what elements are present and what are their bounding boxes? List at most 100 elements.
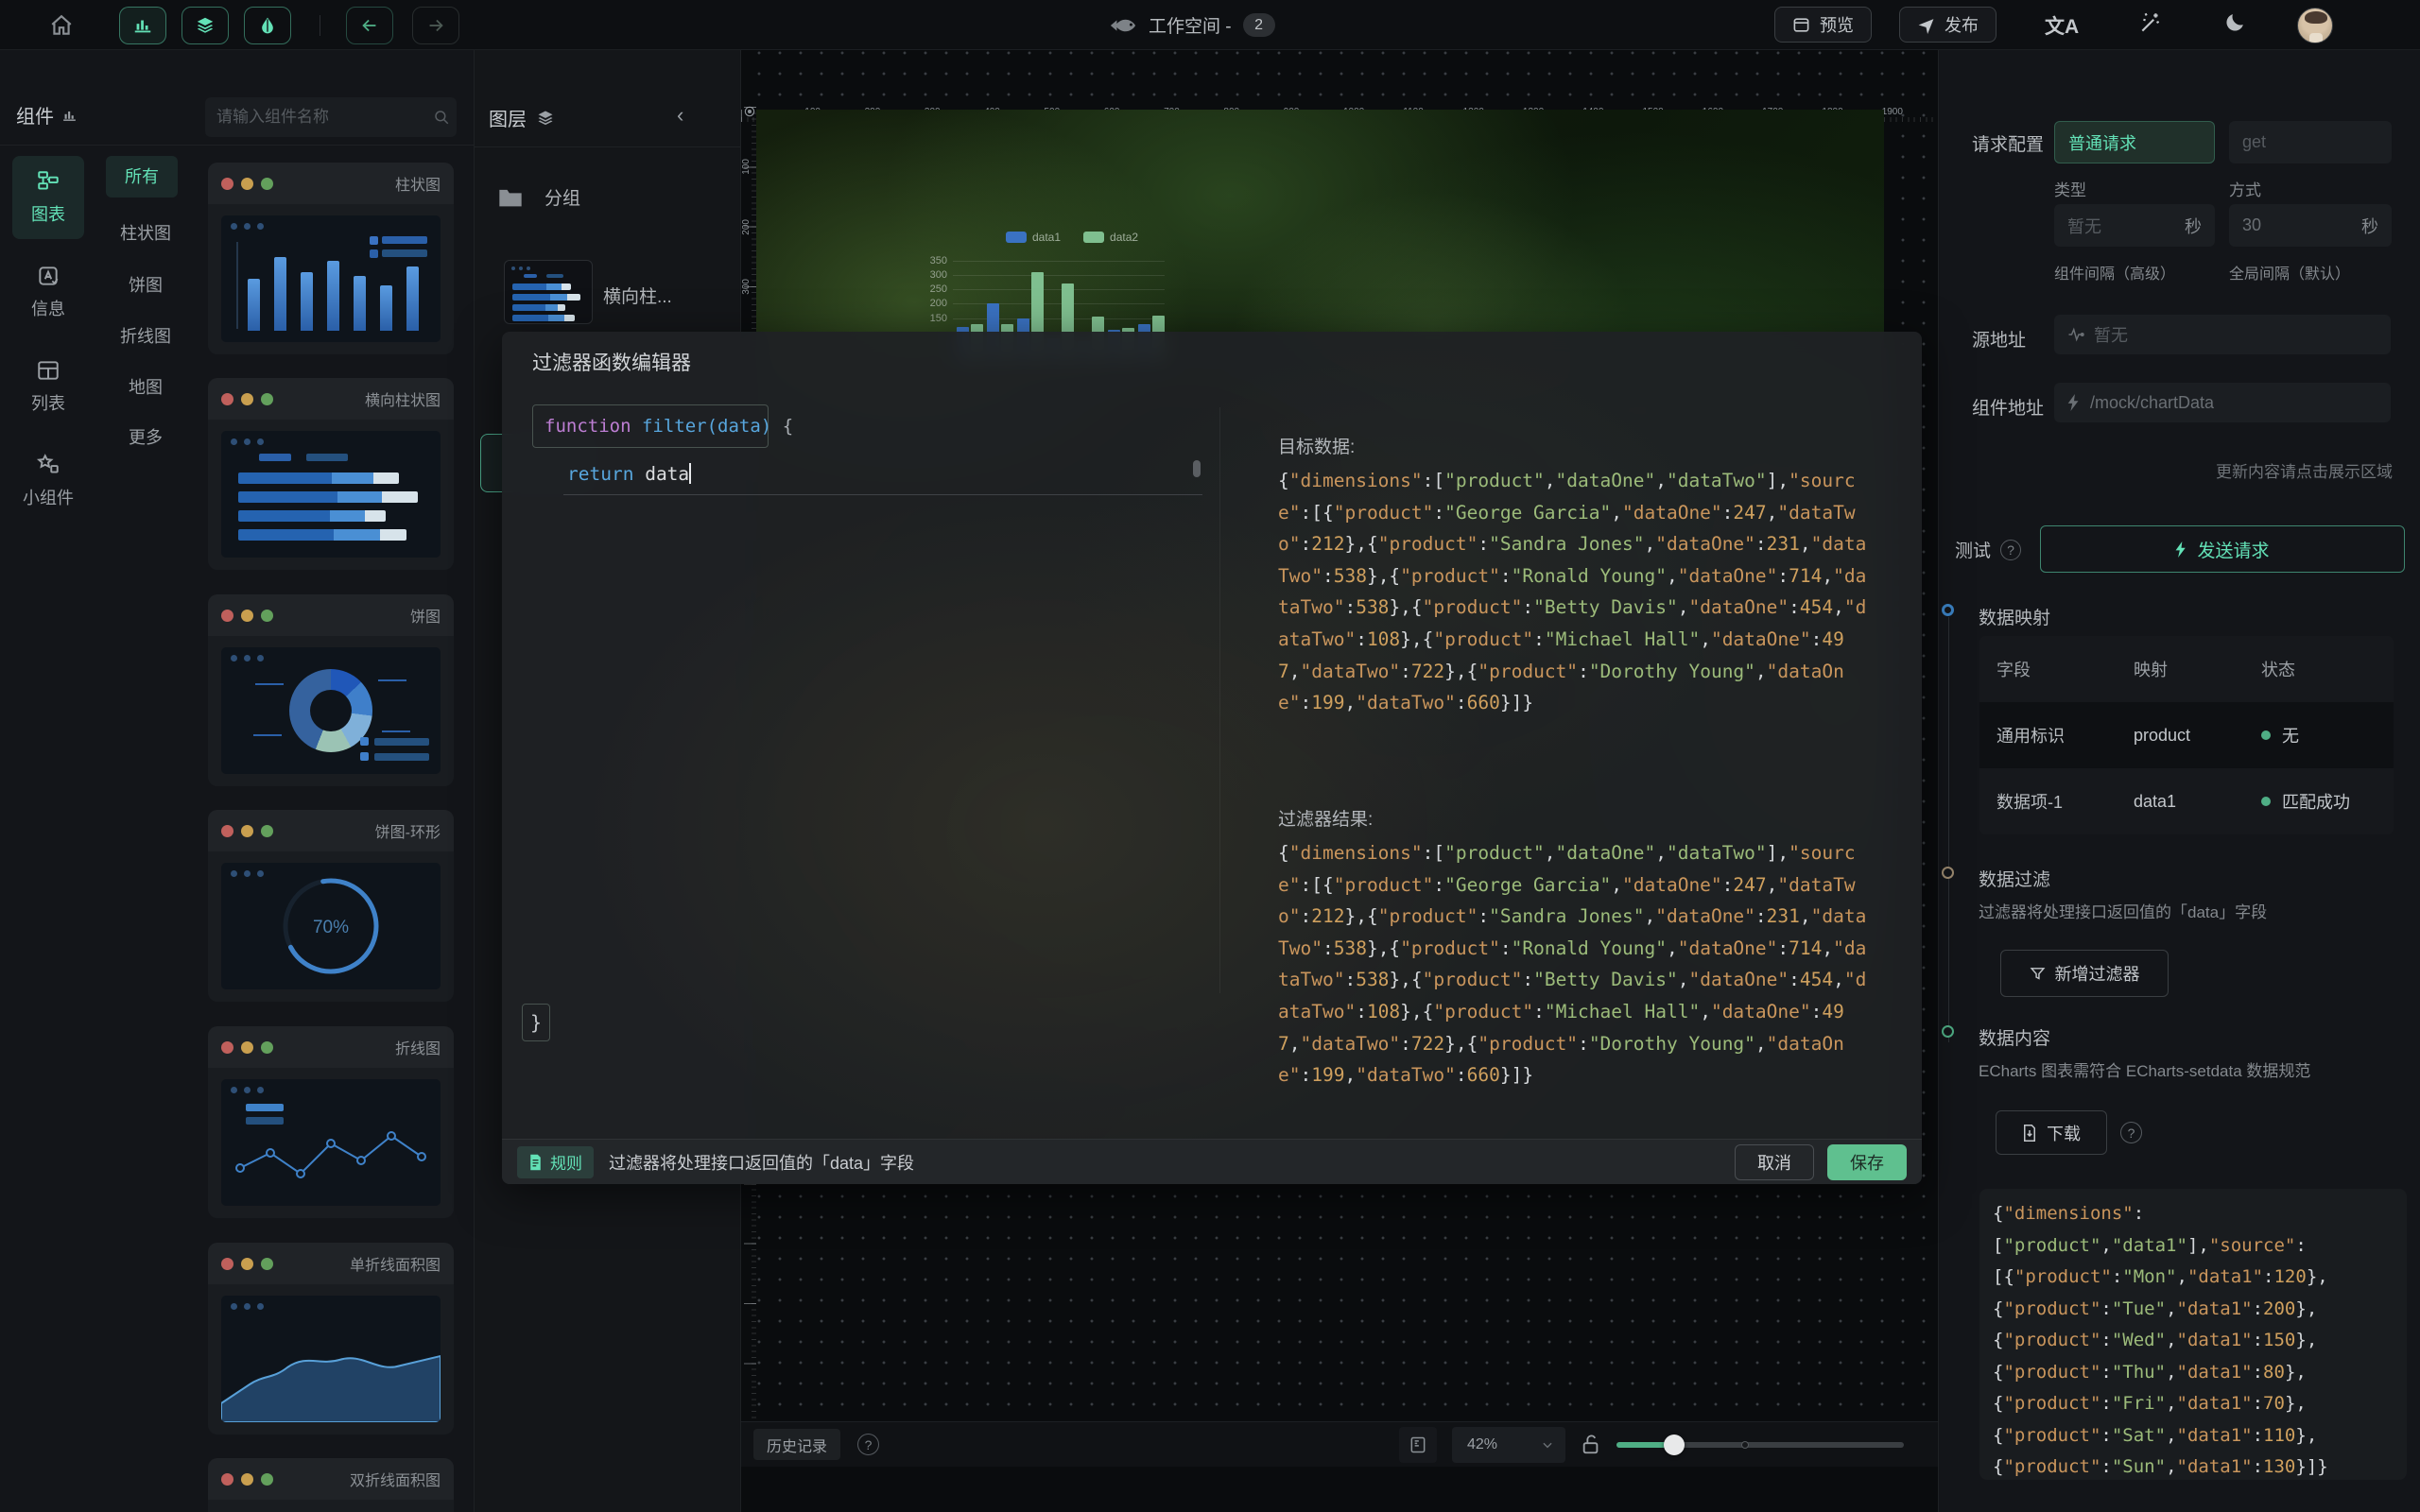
table-icon <box>36 358 60 383</box>
chevron-down-icon <box>1541 1438 1554 1452</box>
request-method-select[interactable]: get <box>2229 121 2392 163</box>
language-icon[interactable]: 文A <box>2045 11 2079 40</box>
help-icon[interactable]: ? <box>857 1434 879 1455</box>
droplet-tab-button[interactable] <box>244 7 291 44</box>
component-addr-input[interactable]: /mock/chartData <box>2054 383 2391 422</box>
widgets-star-icon <box>36 453 60 477</box>
download-help-icon[interactable]: ? <box>2120 1122 2142 1143</box>
source-addr-label: 源地址 <box>1972 326 2026 352</box>
component-card-hbar[interactable]: 横向柱状图 <box>208 378 454 570</box>
data-filter-desc: 过滤器将处理接口返回值的「data」字段 <box>1979 899 2267 922</box>
source-addr-input[interactable]: 暂无 <box>2054 315 2391 354</box>
top-bar: 工作空间 - 2 预览 发布 文A <box>0 0 2420 50</box>
document-icon <box>528 1154 543 1171</box>
collapse-panel-icon[interactable]: ‹ <box>677 103 683 128</box>
category-pie[interactable]: 饼图 <box>98 272 193 297</box>
filter-result-json[interactable]: {"dimensions":["product","dataOne","data… <box>1278 837 1869 1091</box>
filter-bullet <box>1942 867 1954 879</box>
code-scrollbar-thumb[interactable] <box>1193 460 1201 477</box>
component-interval-input[interactable]: 暂无秒 <box>2054 204 2215 247</box>
download-button[interactable]: 下载 <box>1996 1110 2107 1155</box>
dark-mode-icon[interactable] <box>2223 10 2247 34</box>
zoom-slider[interactable] <box>1616 1442 1904 1448</box>
data-content-title: 数据内容 <box>1979 1024 2050 1050</box>
data-content-desc: ECharts 图表需符合 ECharts-setdata 数据规范 <box>1979 1057 2310 1081</box>
component-card-bar[interactable]: 柱状图 <box>208 163 454 354</box>
text-info-icon <box>36 264 60 288</box>
category-more[interactable]: 更多 <box>98 424 193 449</box>
panel-toggle-icon[interactable] <box>1399 1427 1437 1463</box>
charts-tab-button[interactable] <box>119 7 166 44</box>
canvas-toolbar: 历史记录 ? 42% <box>741 1421 1938 1467</box>
component-card-area[interactable]: 单折线面积图 <box>208 1243 454 1435</box>
layer-group-label: 分组 <box>544 184 580 210</box>
magic-wand-icon[interactable] <box>2138 10 2163 35</box>
sidebar-item-list[interactable]: 列表 <box>12 345 84 428</box>
request-type-select[interactable]: 普通请求 <box>2054 121 2215 163</box>
home-icon[interactable] <box>49 13 74 38</box>
component-card-line[interactable]: 折线图 <box>208 1026 454 1218</box>
workspace-label[interactable]: 工作空间 - <box>1149 12 1232 38</box>
add-filter-button[interactable]: 新增过滤器 <box>2000 950 2169 997</box>
layer-item-thumbnail[interactable] <box>504 260 593 324</box>
sidebar-item-charts[interactable]: 图表 <box>12 156 84 239</box>
unlock-icon[interactable] <box>1581 1433 1601 1457</box>
mapping-bullet <box>1942 604 1954 616</box>
components-panel: 组件 图表 信息 列表 小组件 所有 柱状图 饼图 折线图 地图 更多 <box>0 50 475 1512</box>
history-button[interactable]: 历史记录 <box>753 1429 840 1460</box>
zoom-select[interactable]: 42% <box>1452 1427 1565 1463</box>
category-map[interactable]: 地图 <box>98 374 193 399</box>
pie-chart-thumbnail <box>221 647 441 774</box>
workspace-badge: 2 <box>1243 13 1275 37</box>
send-request-button[interactable]: 发送请求 <box>2040 525 2405 573</box>
cancel-button[interactable]: 取消 <box>1735 1144 1814 1180</box>
update-hint: 更新内容请点击展示区域 <box>1939 458 2393 482</box>
redo-button[interactable] <box>412 7 459 44</box>
text-cursor <box>689 463 691 484</box>
sidebar-item-widgets[interactable]: 小组件 <box>12 439 84 523</box>
function-signature-box: function filter(data) { <box>532 404 769 448</box>
avatar[interactable] <box>2297 8 2333 43</box>
component-card-pie[interactable]: 饼图 <box>208 594 454 786</box>
lightning-icon <box>2175 541 2187 558</box>
app-root: 工作空间 - 2 预览 发布 文A 组件 <box>0 0 2420 1512</box>
category-bar[interactable]: 柱状图 <box>98 220 193 245</box>
layer-group-row[interactable]: 分组 <box>497 184 580 210</box>
category-line[interactable]: 折线图 <box>98 323 193 348</box>
bar-chart-mini-icon <box>61 107 78 123</box>
slider-notch <box>1741 1441 1749 1449</box>
test-help-icon[interactable]: ? <box>2000 540 2021 560</box>
component-card-ring[interactable]: 饼图-环形 70% <box>208 810 454 1002</box>
lightning-icon <box>2067 394 2081 411</box>
test-label: 测试 <box>1955 537 1991 562</box>
code-editor-line[interactable]: return data <box>567 463 691 485</box>
slider-handle[interactable] <box>1664 1435 1685 1455</box>
component-card-dual-area[interactable]: 双折线面积图 <box>208 1458 454 1512</box>
layers-tab-button[interactable] <box>182 7 229 44</box>
layer-item-label[interactable]: 横向柱... <box>603 283 672 308</box>
send-icon <box>1917 16 1935 34</box>
layers-icon <box>536 109 555 128</box>
publish-button[interactable]: 发布 <box>1899 7 1996 43</box>
target-data-json[interactable]: {"dimensions":["product","dataOne","data… <box>1278 465 1869 719</box>
save-button[interactable]: 保存 <box>1827 1144 1907 1180</box>
component-search[interactable] <box>205 97 457 137</box>
preview-button[interactable]: 预览 <box>1774 7 1872 43</box>
undo-button[interactable] <box>346 7 393 44</box>
status-dot <box>2261 730 2271 740</box>
global-interval-input[interactable]: 30秒 <box>2229 204 2392 247</box>
category-all[interactable]: 所有 <box>106 156 178 198</box>
workspace-title: 工作空间 - 2 <box>1109 12 1275 38</box>
method-label: 方式 <box>2229 177 2261 200</box>
layer-panel-title: 图层 <box>489 104 527 131</box>
sidebar-item-info[interactable]: 信息 <box>12 250 84 334</box>
request-config-label: 请求配置 <box>1972 130 2044 156</box>
modal-title: 过滤器函数编辑器 <box>532 348 691 376</box>
components-panel-title: 组件 <box>16 101 54 129</box>
table-row: 通用标识 product 无 <box>1979 702 2394 768</box>
timeline-line <box>1948 617 1949 1042</box>
canvas-chart-legend: data1 data2 <box>1000 231 1138 244</box>
data-content-json[interactable]: {"dimensions": ["product","data1"],"sour… <box>1979 1189 2407 1480</box>
component-search-input[interactable] <box>216 108 425 127</box>
funnel-icon <box>2030 966 2046 982</box>
